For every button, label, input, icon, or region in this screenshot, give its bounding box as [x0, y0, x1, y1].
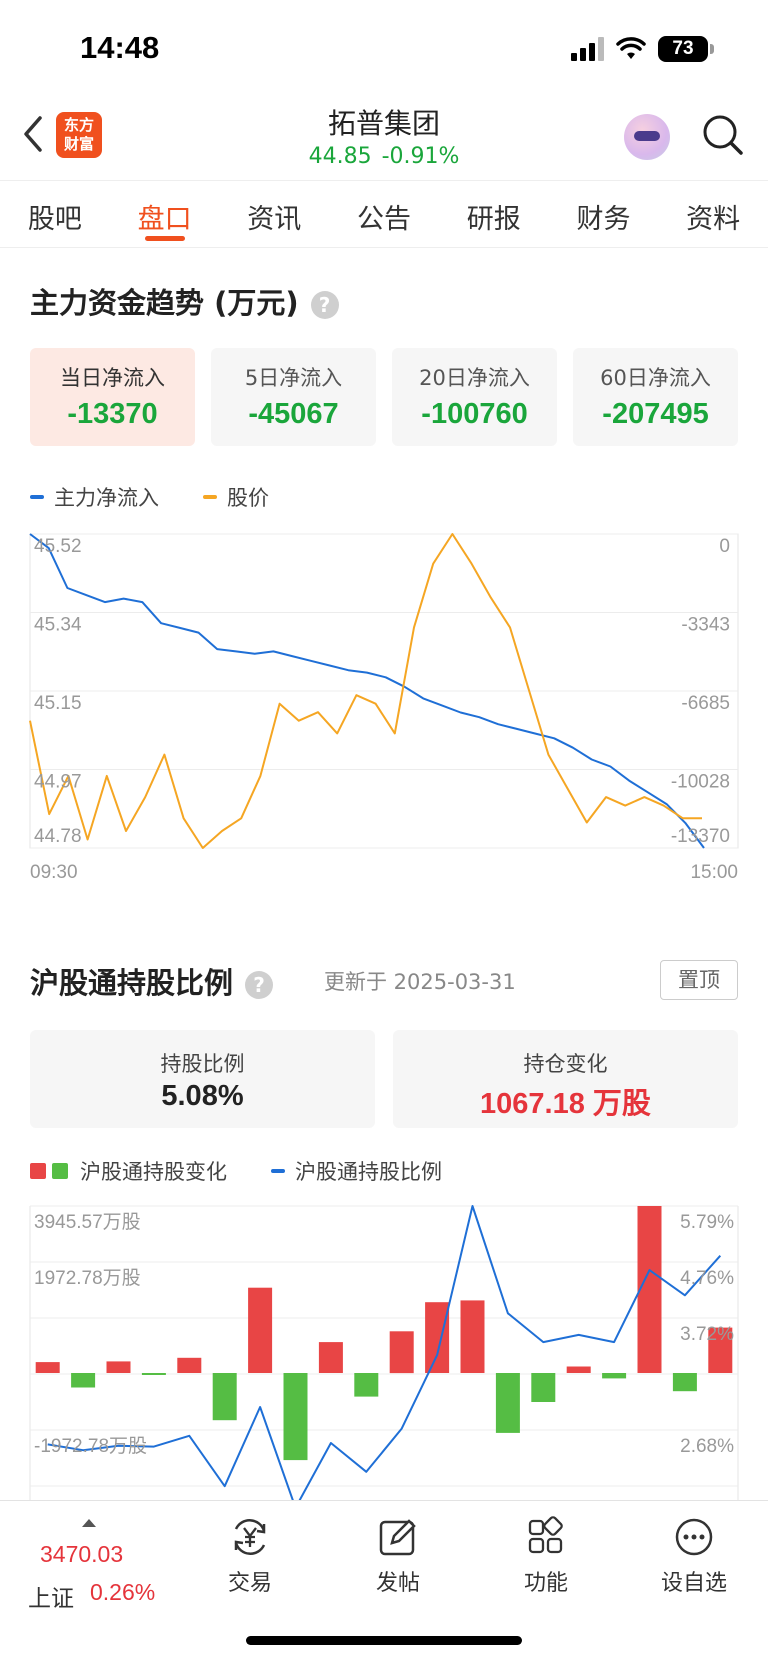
hold-change-bar — [354, 1373, 379, 1397]
hold-change-bar — [71, 1373, 96, 1388]
hold-change-bar — [106, 1361, 131, 1373]
legend-hold-ratio: 沪股通持股比例 — [271, 1156, 442, 1186]
hold-change-bar — [495, 1373, 520, 1433]
pin-top-button[interactable]: 置顶 — [660, 960, 738, 1000]
grid-icon — [528, 1516, 563, 1554]
tab-guba[interactable]: 股吧 — [0, 181, 110, 247]
y-left-tick-label: 44.78 — [34, 826, 82, 847]
assistant-avatar[interactable] — [624, 114, 670, 160]
nav-functions[interactable]: 功能 — [491, 1515, 601, 1597]
y-right-tick-label: -6685 — [681, 693, 730, 714]
hold-ratio-title: 沪股通持股比例? — [30, 960, 274, 1002]
search-icon — [703, 115, 743, 155]
hold-ratio-line — [47, 1205, 722, 1500]
hold-change-bar — [460, 1300, 485, 1373]
status-bar: 14:48 73 — [0, 0, 768, 100]
index-value: 3470.03 — [40, 1541, 124, 1567]
hold-chart-legend: 沪股通持股变化 沪股通持股比例 — [30, 1156, 486, 1186]
nav-add-watchlist[interactable]: 设自选 — [639, 1515, 749, 1597]
y-right-tick-label: 4.76% — [680, 1268, 734, 1289]
tab-news[interactable]: 资讯 — [219, 181, 329, 247]
fund-trend-title: 主力资金趋势 (万元)? — [30, 280, 339, 322]
flow-card-20d[interactable]: 20日净流入 -100760 — [392, 348, 557, 446]
legend-hold-change: 沪股通持股变化 — [30, 1156, 227, 1186]
hold-change-bar — [531, 1373, 556, 1402]
flow-card-5d[interactable]: 5日净流入 -45067 — [211, 348, 376, 446]
hold-change-bar — [212, 1373, 237, 1421]
hold-change-bar — [637, 1206, 662, 1373]
help-icon[interactable]: ? — [245, 971, 274, 999]
y-right-tick-label: 5.79% — [680, 1212, 734, 1233]
x-tick-label: 15:00 — [690, 862, 738, 883]
help-icon[interactable]: ? — [310, 291, 339, 319]
hold-change-bar — [283, 1373, 308, 1461]
index-name: 上证 — [28, 1586, 74, 1612]
y-right-tick-label: 0 — [719, 536, 730, 557]
y-left-tick-label: 1972.78万股 — [34, 1268, 141, 1289]
tab-announcements[interactable]: 公告 — [329, 181, 439, 247]
y-right-tick-label: 3.72% — [680, 1324, 734, 1345]
y-left-tick-label: 45.34 — [34, 615, 82, 636]
hold-change-bar — [389, 1331, 414, 1374]
stock-price: 44.85 — [308, 144, 372, 169]
y-left-tick-label: -1972.78万股 — [34, 1436, 147, 1457]
caret-up-icon — [82, 1519, 96, 1527]
flow-card-today[interactable]: 当日净流入 -13370 — [30, 348, 195, 446]
hold-change-card: 持仓变化 1067.18 万股 — [393, 1030, 738, 1128]
battery-icon: 73 — [658, 36, 714, 62]
y-left-tick-label: 45.52 — [34, 536, 82, 557]
fund-chart-legend: 主力净流入 股价 — [30, 482, 313, 512]
hold-change-bar — [602, 1373, 627, 1379]
fund-flow-chart: 45.52 45.34 45.15 44.97 44.78 0 -3343 -6685 -100… — [29, 533, 739, 883]
status-time: 14:48 — [80, 30, 160, 65]
hold-change-bar — [141, 1373, 166, 1375]
y-left-tick-label: 45.15 — [34, 693, 82, 714]
x-tick-label: 09:30 — [30, 862, 78, 883]
wifi-icon — [616, 37, 646, 61]
y-right-tick-label: -3343 — [681, 615, 730, 636]
hold-change-bar — [177, 1357, 202, 1373]
nav-trade[interactable]: 交易 — [195, 1515, 305, 1597]
hold-ratio-card: 持股比例 5.08% — [30, 1030, 375, 1128]
nav-post[interactable]: 发帖 — [343, 1515, 453, 1597]
legend-stock-price: 股价 — [203, 482, 269, 512]
net-inflow-cards: 当日净流入 -13370 5日净流入 -45067 20日净流入 -100760… — [30, 348, 738, 446]
index-change-pct: 0.26% — [90, 1579, 156, 1605]
tab-bar: 股吧 盘口 资讯 公告 研报 财务 资料 — [0, 180, 768, 248]
hold-change-bar — [672, 1373, 697, 1392]
stock-header: 东方 财富 拓普集团 44.85 -0.91% — [0, 100, 768, 180]
tab-pankou[interactable]: 盘口 — [110, 181, 220, 247]
hold-change-bar — [318, 1342, 343, 1373]
legend-main-inflow: 主力净流入 — [30, 482, 159, 512]
update-date: 更新于 2025-03-31 — [324, 970, 516, 994]
home-indicator — [246, 1636, 522, 1645]
y-left-tick-label: 44.97 — [34, 772, 82, 793]
tab-profile[interactable]: 资料 — [658, 181, 768, 247]
more-dots-icon — [675, 1518, 713, 1556]
stock-change-pct: -0.91% — [381, 144, 460, 169]
status-icons: 73 — [571, 36, 714, 62]
flow-card-60d[interactable]: 60日净流入 -207495 — [573, 348, 738, 446]
hold-change-bar — [566, 1366, 591, 1373]
hold-ratio-chart: 3945.57万股 1972.78万股 -1972.78万股 5.79% 4.76% 3.… — [29, 1205, 739, 1500]
hold-change-bar — [425, 1302, 450, 1373]
y-right-tick-label: -13370 — [671, 826, 730, 847]
tab-research[interactable]: 研报 — [439, 181, 549, 247]
hold-cards: 持股比例 5.08% 持仓变化 1067.18 万股 — [30, 1030, 738, 1128]
hold-change-bar — [35, 1362, 60, 1373]
y-right-tick-label: -10028 — [671, 772, 730, 793]
edit-post-icon — [379, 1519, 416, 1556]
yuan-exchange-icon — [234, 1519, 266, 1555]
y-left-tick-label: 3945.57万股 — [34, 1212, 141, 1233]
y-right-tick-label: 2.68% — [680, 1436, 734, 1457]
signal-icon — [571, 37, 604, 61]
tab-finance[interactable]: 财务 — [549, 181, 659, 247]
search-button[interactable] — [700, 112, 746, 158]
hold-change-bar — [248, 1287, 273, 1373]
